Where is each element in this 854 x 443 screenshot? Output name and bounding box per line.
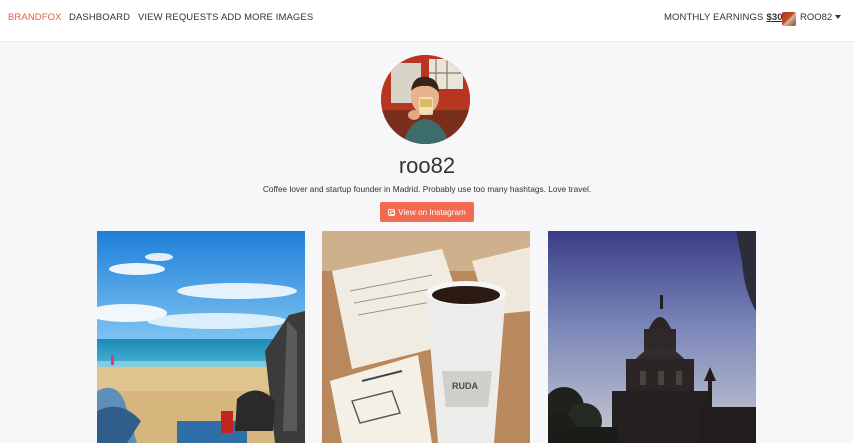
instagram-icon bbox=[388, 208, 396, 216]
user-menu-label: ROO82 bbox=[800, 12, 833, 23]
user-menu-toggle[interactable]: ROO82 bbox=[800, 0, 842, 36]
view-on-instagram-button[interactable]: View on Instagram bbox=[380, 202, 474, 222]
nav-link-dashboard[interactable]: DASHBOARD bbox=[69, 0, 130, 36]
monthly-earnings: MONTHLY EARNINGS $30 bbox=[664, 0, 783, 36]
view-on-instagram-label: View on Instagram bbox=[398, 207, 466, 217]
profile-bio: Coffee lover and startup founder in Madr… bbox=[262, 184, 592, 194]
monthly-earnings-value[interactable]: $30 bbox=[766, 12, 782, 23]
user-avatar-thumbnail[interactable] bbox=[782, 12, 796, 26]
profile-avatar bbox=[381, 55, 470, 144]
svg-text:RUDA: RUDA bbox=[452, 381, 478, 391]
nav-link-add-more-images[interactable]: ADD MORE IMAGES bbox=[221, 0, 313, 36]
profile-username: roo82 bbox=[398, 153, 456, 178]
photo-coffee[interactable]: RUDA bbox=[322, 231, 530, 443]
photo-beach[interactable] bbox=[97, 231, 305, 443]
caret-down-icon bbox=[835, 15, 842, 20]
nav-link-view-requests[interactable]: VIEW REQUESTS bbox=[138, 0, 218, 36]
monthly-earnings-label: MONTHLY EARNINGS bbox=[664, 12, 764, 23]
photo-cathedral[interactable] bbox=[548, 231, 756, 443]
brand-logo-link[interactable]: BRANDFOX bbox=[8, 0, 62, 36]
top-navbar: BRANDFOX DASHBOARD VIEW REQUESTS ADD MOR… bbox=[0, 0, 854, 42]
